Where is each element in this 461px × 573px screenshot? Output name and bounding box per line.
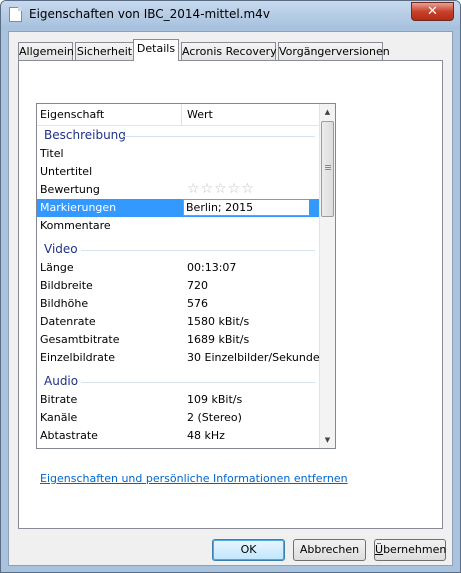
property-row-selected[interactable]: Markierungen Berlin; 2015 — [37, 199, 319, 217]
scroll-thumb[interactable] — [321, 121, 334, 217]
property-name: Bildhöhe — [40, 297, 89, 310]
property-row[interactable]: Bildbreite 720 — [37, 277, 319, 295]
property-name: Einzelbildrate — [40, 351, 115, 364]
property-value: 109 kBit/s — [187, 393, 243, 406]
property-grid[interactable]: Eigenschaft Wert Beschreibung Titel Unte… — [36, 103, 336, 449]
grip-icon — [325, 165, 331, 166]
property-value: 1689 kBit/s — [187, 333, 250, 346]
group-header-video: Video — [37, 241, 319, 257]
scroll-down-arrow-icon[interactable]: ▼ — [320, 432, 335, 448]
tags-value: Berlin; 2015 — [186, 201, 254, 214]
property-name: Bildbreite — [40, 279, 93, 292]
star-icon[interactable]: ☆ — [187, 181, 200, 197]
property-name: Untertitel — [40, 165, 93, 178]
property-row[interactable]: Kanäle 2 (Stereo) — [37, 409, 319, 427]
group-label: Audio — [44, 374, 79, 388]
star-icon[interactable]: ☆ — [201, 181, 214, 197]
group-header-description: Beschreibung — [37, 127, 319, 143]
remove-properties-link[interactable]: Eigenschaften und persönliche Informatio… — [40, 472, 348, 485]
title-bar[interactable]: Eigenschaften von IBC_2014-mittel.m4v ✕ — [1, 1, 460, 29]
property-name: Markierungen — [40, 201, 117, 214]
property-row[interactable]: Bildhöhe 576 — [37, 295, 319, 313]
property-value: 30 Einzelbilder/Sekunde — [187, 351, 320, 364]
property-name: Kanäle — [40, 411, 78, 424]
star-icon[interactable]: ☆ — [228, 181, 241, 197]
file-icon — [9, 7, 22, 22]
column-header-property[interactable]: Eigenschaft — [40, 108, 104, 121]
property-value: 00:13:07 — [187, 261, 237, 274]
property-name: Abtastrate — [40, 429, 98, 442]
property-row[interactable]: Kommentare — [37, 217, 319, 235]
group-header-audio: Audio — [37, 373, 319, 389]
property-name: Länge — [40, 261, 74, 274]
property-row[interactable]: Gesamtbitrate 1689 kBit/s — [37, 331, 319, 349]
details-panel: Eigenschaft Wert Beschreibung Titel Unte… — [18, 60, 443, 529]
column-separator[interactable] — [181, 104, 182, 125]
window-title: Eigenschaften von IBC_2014-mittel.m4v — [29, 7, 270, 21]
property-row[interactable]: Titel — [37, 145, 319, 163]
apply-button[interactable]: Übernehmen — [374, 539, 446, 561]
star-icon[interactable]: ☆ — [214, 181, 227, 197]
star-icon[interactable]: ☆ — [241, 181, 254, 197]
property-row[interactable]: Bitrate 109 kBit/s — [37, 391, 319, 409]
property-row[interactable]: Bewertung ☆☆☆☆☆ — [37, 181, 319, 199]
property-name: Bitrate — [40, 393, 78, 406]
property-name: Gesamtbitrate — [40, 333, 120, 346]
properties-window: Eigenschaften von IBC_2014-mittel.m4v ✕ … — [0, 0, 461, 573]
column-header-value[interactable]: Wert — [187, 108, 213, 121]
property-name: Bewertung — [40, 183, 100, 196]
apply-accelerator: Ü — [375, 543, 384, 556]
rating-stars[interactable]: ☆☆☆☆☆ — [187, 182, 255, 197]
property-row[interactable]: Länge 00:13:07 — [37, 259, 319, 277]
dialog-client: Allgemein Sicherheit Details Acronis Rec… — [8, 31, 453, 566]
property-value: 2 (Stereo) — [187, 411, 242, 424]
ok-button[interactable]: OK — [212, 539, 285, 561]
tab-acronis-recovery[interactable]: Acronis Recovery — [181, 42, 277, 60]
group-divider — [81, 250, 315, 251]
property-row[interactable]: Einzelbildrate 30 Einzelbilder/Sekunde — [37, 349, 320, 367]
grid-header: Eigenschaft Wert — [37, 104, 335, 126]
group-divider — [81, 382, 315, 383]
tab-allgemein[interactable]: Allgemein — [18, 42, 74, 60]
close-button[interactable]: ✕ — [411, 2, 454, 21]
property-name: Titel — [40, 147, 64, 160]
property-value: 576 — [187, 297, 208, 310]
cancel-button[interactable]: Abbrechen — [293, 539, 366, 561]
tab-vorgaengerversionen[interactable]: Vorgängerversionen — [278, 42, 390, 60]
property-value: 48 kHz — [187, 429, 225, 442]
group-divider — [123, 136, 315, 137]
tab-details[interactable]: Details — [133, 39, 179, 61]
property-row[interactable]: Datenrate 1580 kBit/s — [37, 313, 319, 331]
scroll-up-arrow-icon[interactable]: ▲ — [320, 104, 335, 120]
group-label: Beschreibung — [44, 128, 126, 142]
tab-sicherheit[interactable]: Sicherheit — [75, 42, 134, 60]
apply-label: bernehmen — [383, 543, 447, 556]
property-name: Kommentare — [40, 219, 111, 232]
property-value: 720 — [187, 279, 208, 292]
group-label: Video — [44, 242, 78, 256]
tags-edit-field[interactable]: Berlin; 2015 — [183, 199, 311, 216]
property-name: Datenrate — [40, 315, 96, 328]
property-row[interactable]: Abtastrate 48 kHz — [37, 427, 319, 445]
property-value: 1580 kBit/s — [187, 315, 250, 328]
property-row[interactable]: Untertitel — [37, 163, 319, 181]
vertical-scrollbar[interactable]: ▲ ▼ — [319, 104, 335, 448]
